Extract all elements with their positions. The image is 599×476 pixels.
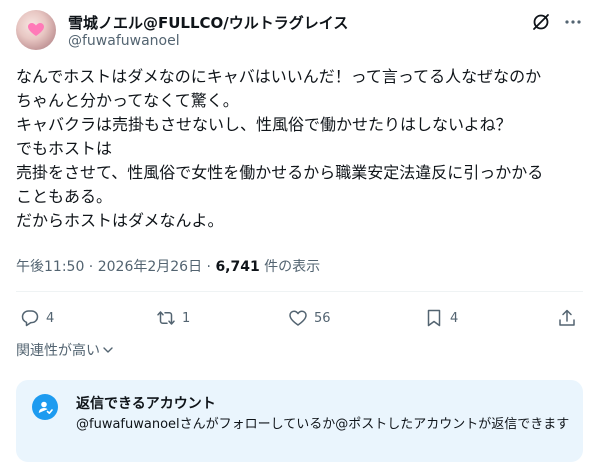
reply-button[interactable]: 4 <box>20 306 54 330</box>
heart-icon <box>28 23 44 36</box>
bookmark-icon <box>427 309 441 327</box>
tweet-meta: 午後11:50 · 2026年2月26日 · 6,741 件の表示 <box>16 256 320 276</box>
like-button[interactable]: 56 <box>288 306 331 330</box>
action-bar: 4 1 56 4 <box>16 306 583 330</box>
meta-separator: · <box>84 259 98 275</box>
tweet-line: でもホストは <box>16 139 113 158</box>
tweet-text: なんでホストはダメなのにキャバはいいんだ！って言ってる人なぜなのか ちゃんと分か… <box>16 65 583 233</box>
grok-icon[interactable] <box>531 12 551 32</box>
repost-count: 1 <box>182 310 191 326</box>
tweet-line: 売掛をさせて、性風俗で女性を働かせるから職業安定法違反に引っかかる <box>16 163 544 182</box>
repost-icon <box>157 311 175 325</box>
like-count: 56 <box>314 310 331 326</box>
divider <box>16 291 583 292</box>
meta-separator: · <box>202 259 216 275</box>
tweet-line: キャバクラは売掛もさせないし、性風俗で働かせたりはしないよね？ <box>16 115 512 134</box>
sort-replies-dropdown[interactable]: 関連性が高い <box>16 340 114 360</box>
avatar[interactable] <box>16 10 56 50</box>
reply-icon <box>21 310 39 327</box>
tweet-line: こともある。 <box>16 187 113 206</box>
share-button[interactable] <box>557 306 577 330</box>
heart-icon <box>289 310 307 326</box>
reply-count: 4 <box>46 310 55 326</box>
bookmark-button[interactable]: 4 <box>424 306 458 330</box>
user-icon <box>32 394 58 420</box>
view-label: 件の表示 <box>259 259 321 275</box>
more-options-icon[interactable] <box>563 12 583 32</box>
view-count: 6,741 <box>215 259 260 275</box>
tweet-line: ちゃんと分かってなくて驚く。 <box>16 91 239 110</box>
author-handle[interactable]: @fuwafuwanoel <box>68 33 180 49</box>
reply-restriction-title: 返信できるアカウント <box>76 396 216 412</box>
share-icon <box>559 309 575 326</box>
reply-restriction-notice: 返信できるアカウント @fuwafuwanoelさんがフォローしているか@ポスト… <box>16 380 583 462</box>
tweet-date[interactable]: 2026年2月26日 <box>98 259 202 275</box>
bookmark-count: 4 <box>450 310 459 326</box>
repost-button[interactable]: 1 <box>156 306 190 330</box>
sort-label: 関連性が高い <box>16 343 100 359</box>
author-display-name[interactable]: 雪城ノエル@FULLCO/ウルトラグレイス <box>68 12 348 33</box>
tweet-time[interactable]: 午後11:50 <box>16 259 84 275</box>
tweet-header: 雪城ノエル@FULLCO/ウルトラグレイス @fuwafuwanoel <box>16 10 583 54</box>
reply-restriction-description: @fuwafuwanoelさんがフォローしているか@ポストしたアカウントが返信で… <box>76 417 570 432</box>
chevron-down-icon <box>103 347 113 353</box>
tweet-line: だからホストはダメなんよ。 <box>16 211 224 230</box>
tweet-line: なんでホストはダメなのにキャバはいいんだ！って言ってる人なぜなのか <box>16 67 542 86</box>
